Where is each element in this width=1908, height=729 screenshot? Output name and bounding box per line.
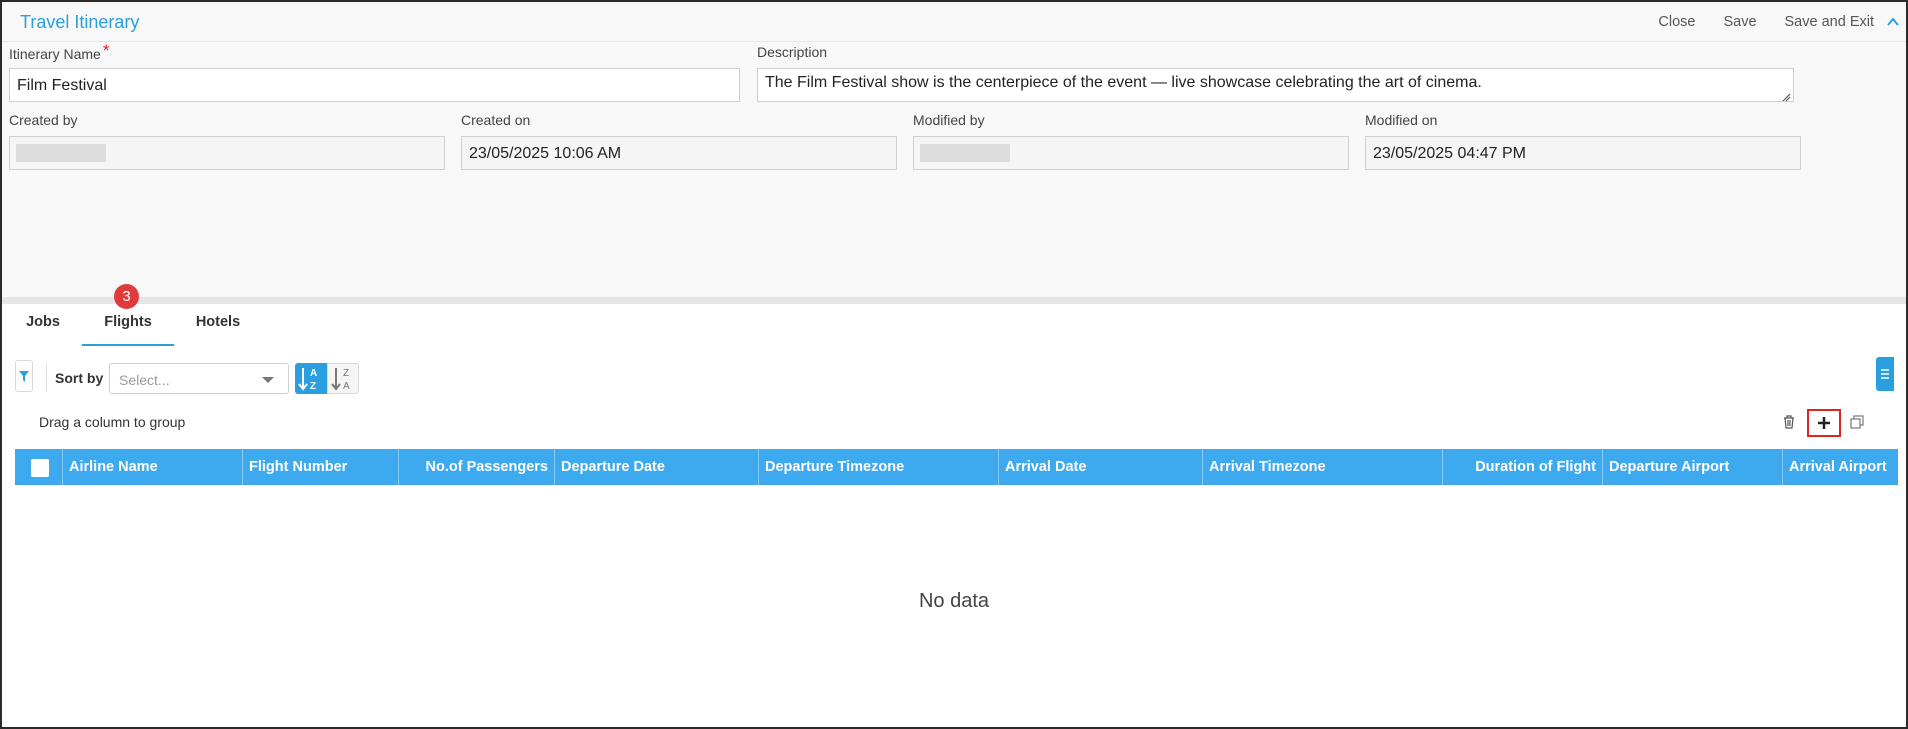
created-on-label: Created on bbox=[461, 112, 531, 128]
collapse-chevron-up-icon[interactable] bbox=[1886, 15, 1900, 29]
itinerary-name-label: Itinerary Name * bbox=[9, 41, 110, 64]
trash-icon bbox=[1784, 415, 1794, 429]
sort-ascending-button[interactable]: A Z bbox=[295, 363, 327, 394]
header-actions: Close Save Save and Exit bbox=[1630, 14, 1900, 30]
filter-button[interactable] bbox=[15, 360, 33, 392]
close-button[interactable]: Close bbox=[1658, 14, 1695, 30]
svg-text:Z: Z bbox=[310, 381, 316, 392]
column-arrival-airport[interactable]: Arrival Airport bbox=[1783, 449, 1898, 485]
sort-descending-button[interactable]: Z A bbox=[327, 363, 359, 394]
modified-on-label: Modified on bbox=[1365, 112, 1438, 128]
tab-flights[interactable]: Flights bbox=[82, 314, 174, 346]
panel-divider bbox=[2, 297, 1906, 304]
save-and-exit-button[interactable]: Save and Exit bbox=[1785, 14, 1874, 30]
redacted-value bbox=[16, 144, 106, 162]
column-departure-timezone[interactable]: Departure Timezone bbox=[759, 449, 999, 485]
itinerary-name-input[interactable]: Film Festival bbox=[9, 68, 740, 102]
empty-grid-message: No data bbox=[918, 590, 990, 612]
resize-grip-icon[interactable] bbox=[1781, 89, 1791, 102]
select-all-column bbox=[15, 449, 63, 485]
svg-text:A: A bbox=[343, 381, 350, 392]
redacted-value bbox=[920, 144, 1010, 162]
panel-header: Travel Itinerary Close Save Save and Exi… bbox=[2, 2, 1906, 42]
column-arrival-date[interactable]: Arrival Date bbox=[999, 449, 1203, 485]
column-flight-number[interactable]: Flight Number bbox=[243, 449, 399, 485]
description-label: Description bbox=[757, 44, 828, 60]
group-by-drop-zone[interactable]: Drag a column to group bbox=[39, 414, 185, 430]
sort-by-select[interactable]: Select... bbox=[109, 363, 289, 394]
filter-icon bbox=[19, 370, 29, 382]
tab-hotels[interactable]: Hotels bbox=[186, 314, 250, 346]
column-no-of-passengers[interactable]: No.of Passengers bbox=[399, 449, 555, 485]
select-all-checkbox[interactable] bbox=[31, 459, 49, 477]
sort-z-a-icon: Z A bbox=[331, 368, 350, 392]
sort-a-z-icon: A Z bbox=[298, 368, 317, 392]
column-arrival-timezone[interactable]: Arrival Timezone bbox=[1203, 449, 1443, 485]
column-departure-airport[interactable]: Departure Airport bbox=[1603, 449, 1783, 485]
modified-on-field: 23/05/2025 04:47 PM bbox=[1365, 136, 1801, 170]
sort-by-label: Sort by bbox=[55, 370, 104, 386]
created-by-field bbox=[9, 136, 445, 170]
save-button[interactable]: Save bbox=[1723, 14, 1756, 30]
column-duration-of-flight[interactable]: Duration of Flight bbox=[1443, 449, 1603, 485]
list-settings-icon bbox=[1881, 369, 1889, 379]
flights-count-badge: 3 bbox=[114, 284, 139, 309]
copy-button[interactable] bbox=[1848, 413, 1866, 431]
delete-button[interactable] bbox=[1781, 413, 1797, 431]
grid-header: Airline Name Flight Number No.of Passeng… bbox=[15, 449, 1898, 485]
modified-by-label: Modified by bbox=[913, 112, 985, 128]
required-asterisk: * bbox=[102, 41, 110, 60]
created-by-label: Created by bbox=[9, 112, 78, 128]
copy-icon bbox=[1850, 415, 1864, 429]
add-row-button[interactable] bbox=[1807, 409, 1841, 437]
svg-text:A: A bbox=[310, 368, 317, 379]
created-on-field: 23/05/2025 10:06 AM bbox=[461, 136, 897, 170]
page-title: Travel Itinerary bbox=[20, 12, 140, 32]
tab-jobs[interactable]: Jobs bbox=[16, 314, 70, 346]
column-chooser-side-button[interactable] bbox=[1876, 357, 1894, 391]
toolbar-separator bbox=[46, 364, 47, 392]
modified-by-field bbox=[913, 136, 1349, 170]
app-frame: Travel Itinerary Close Save Save and Exi… bbox=[0, 0, 1908, 729]
column-airline-name[interactable]: Airline Name bbox=[63, 449, 243, 485]
sort-select-placeholder: Select... bbox=[119, 372, 170, 388]
itinerary-form-panel: Travel Itinerary Close Save Save and Exi… bbox=[2, 2, 1906, 298]
dropdown-caret-icon bbox=[262, 377, 274, 383]
svg-text:Z: Z bbox=[343, 368, 349, 379]
itinerary-name-label-text: Itinerary Name bbox=[9, 46, 101, 62]
plus-icon bbox=[1818, 417, 1830, 429]
column-departure-date[interactable]: Departure Date bbox=[555, 449, 759, 485]
description-textarea[interactable]: The Film Festival show is the centerpiec… bbox=[757, 68, 1794, 102]
description-text: The Film Festival show is the centerpiec… bbox=[765, 74, 1482, 91]
